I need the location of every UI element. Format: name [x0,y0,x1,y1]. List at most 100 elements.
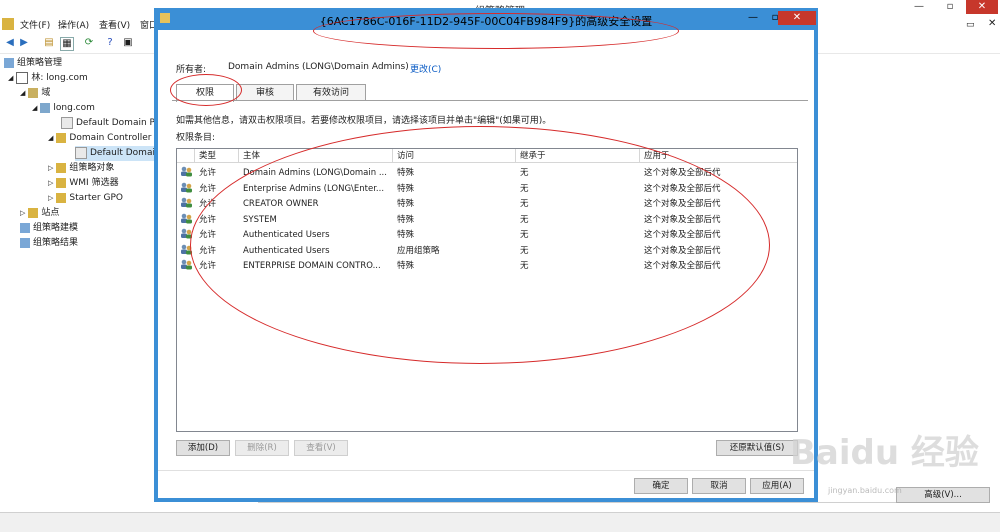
domains-icon [28,87,39,98]
tree-item[interactable]: ▷ 组策略对象 [48,161,114,176]
cell-type: 允许 [199,183,217,194]
user-group-icon [180,259,193,276]
watermark-text: Bai [790,433,851,473]
owner-value: Domain Admins (LONG\Domain Admins) [228,62,409,72]
watermark-text: du 经验 [850,433,979,473]
tree-item[interactable]: ▷ Starter GPO [48,191,123,206]
expand-icon[interactable]: ▷ [48,194,53,202]
cancel-button[interactable]: 取消 [692,478,746,494]
advanced-button[interactable]: 高级(V)... [896,487,990,503]
show-tree-icon[interactable]: ▦ [60,37,74,51]
cell-type: 允许 [199,168,217,178]
remove-button[interactable]: 删除(R) [235,440,289,456]
up-folder-icon[interactable]: ▤ [43,37,55,49]
tree-label: Domain Controller [69,133,152,143]
app-icon [2,18,14,30]
tree-label: 组策略建模 [33,223,79,233]
tree-item[interactable]: 组策略管理 [4,56,62,71]
sites-icon [28,207,39,218]
expand-icon[interactable]: ▷ [48,164,53,172]
tree-label: Default Domain [90,148,161,158]
watermark-logo: Baidu 经验 [790,425,979,474]
tree-item[interactable]: ▷ 站点 [20,206,59,221]
tree-item[interactable]: ◢ 林: long.com [8,71,88,86]
user-group-icon [180,182,193,199]
tree-label: 域 [41,88,51,98]
forest-icon [16,71,29,84]
back-icon[interactable]: ◀ [4,37,16,49]
view-button[interactable]: 查看(V) [294,440,348,456]
change-owner-link[interactable]: 更改(C) [410,62,441,75]
ok-button[interactable]: 确定 [634,478,688,494]
expand-icon[interactable]: ▷ [48,179,53,187]
annotation-ellipse-list [190,126,770,364]
collapse-icon[interactable]: ◢ [20,89,25,97]
footer-divider [158,470,814,471]
tree-item[interactable]: 组策略建模 [20,221,78,236]
column-header-type[interactable]: 类型 [195,149,239,163]
tree-label: WMI 筛选器 [69,178,119,188]
minimize-button[interactable]: — [907,0,931,14]
add-button[interactable]: 添加(D) [176,440,230,456]
collapse-icon[interactable]: ◢ [48,134,53,142]
expand-icon[interactable]: ▷ [20,209,25,217]
tree-item[interactable]: 组策略结果 [20,236,78,251]
domain-icon [40,102,51,113]
tab-effective-access[interactable]: 有效访问 [296,84,366,101]
owner-label: 所有者: [176,65,207,75]
user-group-icon [180,213,193,230]
tree-label: 组策略对象 [69,163,115,173]
tree-label: Starter GPO [69,193,123,203]
tree-label: 林: long.com [31,73,88,83]
user-group-icon [180,166,193,183]
menu-view[interactable]: 查看(V) [99,18,130,31]
modeling-icon [20,222,30,233]
collapse-icon[interactable]: ◢ [8,74,13,82]
mdi-restore-icon[interactable]: ▭ [966,20,975,30]
tree-item[interactable]: ◢ long.com [32,101,95,116]
menu-file[interactable]: 文件(F) [20,18,50,31]
folder-icon [56,177,67,188]
tree-label: 组策略结果 [33,238,79,248]
tab-auditing[interactable]: 审核 [236,84,294,101]
tree-item[interactable]: ◢ Domain Controller [48,131,151,146]
tree-item-selected[interactable]: Default Domain [75,146,161,161]
tree-item[interactable]: Default Domain Po [61,116,160,131]
folder-icon [56,162,67,173]
gpo-link-icon [61,116,73,129]
tree-item[interactable]: ◢ 域 [20,86,50,101]
annotation-ellipse-title [313,13,679,49]
folder-icon [56,192,67,203]
refresh-icon[interactable]: ⟳ [83,37,95,49]
gpo-link-icon [75,146,87,159]
results-icon [20,237,30,248]
gpm-icon [4,57,14,68]
close-button[interactable]: ✕ [966,0,998,14]
dialog-minimize-button[interactable]: — [742,11,764,25]
tree-label: 组策略管理 [17,58,63,68]
info-text: 如需其他信息，请双击权限项目。若要修改权限项目，请选择该项目并单击"编辑"(如果… [176,116,552,126]
dialog-close-button[interactable]: ✕ [778,11,816,25]
apply-button[interactable]: 应用(A) [750,478,804,494]
collapse-icon[interactable]: ◢ [32,104,37,112]
help-icon[interactable]: ? [104,37,116,49]
properties-icon[interactable]: ▣ [122,37,134,49]
tree-item[interactable]: ▷ WMI 筛选器 [48,176,119,191]
user-group-icon [180,197,193,214]
annotation-ellipse-tab [170,74,242,106]
ou-icon [56,132,67,143]
restore-defaults-button[interactable]: 还原默认值(S) [716,440,798,456]
tree-label: long.com [53,103,95,113]
mdi-close-icon[interactable]: ✕ [988,18,996,29]
tree-label: Default Domain Po [76,118,161,128]
menu-action[interactable]: 操作(A) [58,18,89,31]
tab-divider [172,100,808,101]
console-tree: 组策略管理 ◢ 林: long.com ◢ 域 ◢ long.com Default … [0,54,161,524]
watermark-url: jingyan.baidu.com [828,486,902,495]
forward-icon[interactable]: ▶ [18,37,30,49]
header-icon-col [177,149,195,163]
tree-label: 站点 [41,208,60,218]
status-bar [0,512,1000,532]
entries-label: 权限条目: [176,133,216,143]
maximize-button[interactable]: ▫ [938,0,962,14]
